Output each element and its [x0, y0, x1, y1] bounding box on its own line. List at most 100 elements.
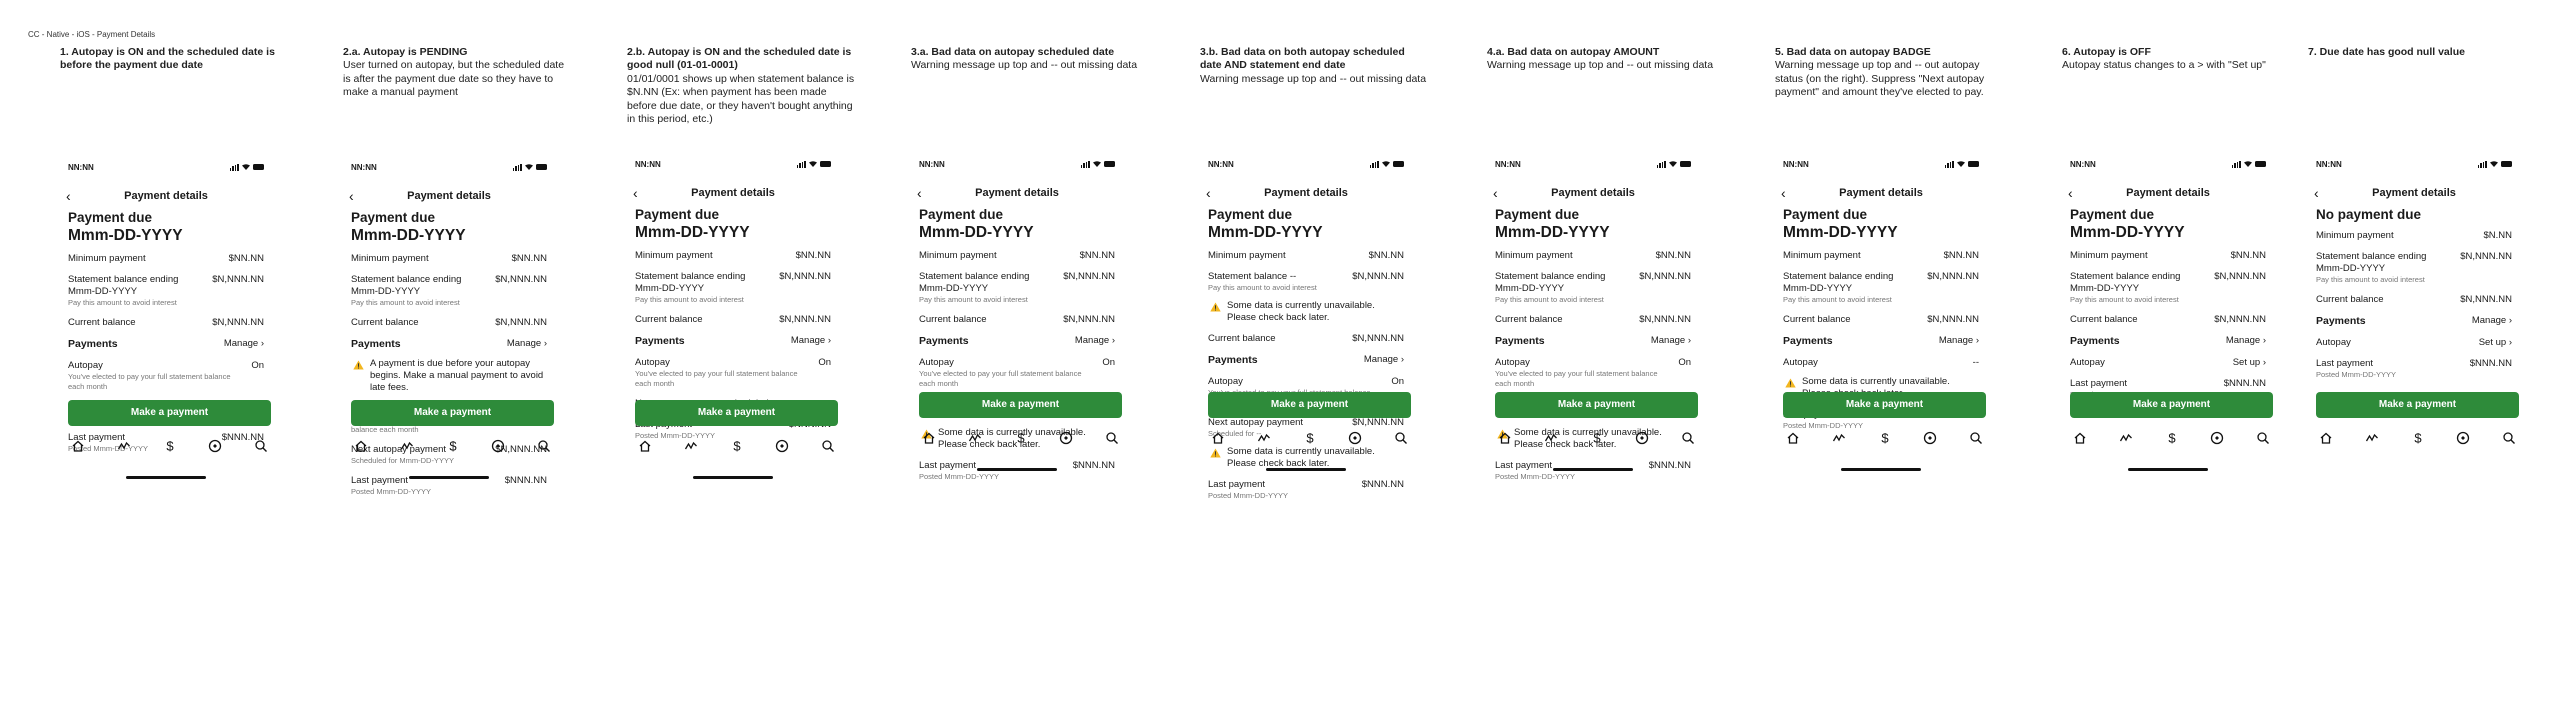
activity-icon[interactable] [399, 438, 415, 454]
home-icon[interactable] [2072, 430, 2088, 446]
row-label: Minimum payment [919, 250, 997, 261]
rewards-icon[interactable] [774, 438, 790, 454]
activity-icon[interactable] [967, 430, 983, 446]
detail-row: Minimum payment $NN.NN [635, 250, 831, 262]
search-icon[interactable] [536, 438, 552, 454]
search-icon[interactable] [820, 438, 836, 454]
chevron-left-icon[interactable]: ‹ [917, 186, 922, 200]
activity-icon[interactable] [116, 438, 132, 454]
dollar-icon[interactable]: $ [1877, 430, 1893, 446]
scenario-description: 3.a. Bad data on autopay scheduled date W… [911, 46, 1139, 73]
dollar-icon[interactable]: $ [2164, 430, 2180, 446]
chevron-left-icon[interactable]: ‹ [1781, 186, 1786, 200]
activity-icon[interactable] [1256, 430, 1272, 446]
chevron-right-icon: › [2260, 335, 2266, 346]
make-payment-button[interactable]: Make a payment [1783, 392, 1986, 418]
make-payment-button[interactable]: Make a payment [1495, 392, 1698, 418]
search-icon[interactable] [2501, 430, 2517, 446]
rewards-icon[interactable] [1058, 430, 1074, 446]
home-icon[interactable] [2318, 430, 2334, 446]
row-value-text: $N,NNN.NN [1927, 271, 1979, 282]
make-payment-button[interactable]: Make a payment [2316, 392, 2519, 418]
screen-title: Payment details [1264, 187, 1348, 199]
chevron-right-icon: › [1685, 335, 1691, 346]
search-icon[interactable] [253, 438, 269, 454]
row-value: $NNN.NN [1356, 479, 1404, 491]
row-label-group: AutopayYou've elected to pay your full s… [68, 360, 245, 392]
activity-icon[interactable] [1831, 430, 1847, 446]
search-icon[interactable] [1104, 430, 1120, 446]
search-icon[interactable] [2255, 430, 2271, 446]
row-value-text: $N,NNN.NN [2214, 271, 2266, 282]
rewards-icon[interactable] [207, 438, 223, 454]
activity-icon[interactable] [683, 438, 699, 454]
manage-link[interactable]: Manage › [1651, 335, 1691, 347]
dollar-icon[interactable]: $ [1302, 430, 1318, 446]
make-payment-button[interactable]: Make a payment [1208, 392, 1411, 418]
home-icon[interactable] [637, 438, 653, 454]
chevron-left-icon[interactable]: ‹ [2314, 186, 2319, 200]
row-label-group: Last paymentPosted Mmm-DD-YYYY [2316, 358, 2396, 380]
home-icon[interactable] [1497, 430, 1513, 446]
dollar-icon[interactable]: $ [445, 438, 461, 454]
screen-title: Payment details [691, 187, 775, 199]
rewards-icon[interactable] [2209, 430, 2225, 446]
home-icon[interactable] [1210, 430, 1226, 446]
manage-link[interactable]: Manage › [224, 338, 264, 350]
chevron-right-icon: › [1109, 335, 1115, 346]
autopay-setup-row[interactable]: Autopay Set up › [2070, 357, 2266, 369]
manage-link[interactable]: Manage › [2472, 315, 2512, 327]
make-payment-button[interactable]: Make a payment [635, 400, 838, 426]
row-value-text: $N,NNN.NN [1352, 271, 1404, 282]
home-icon[interactable] [70, 438, 86, 454]
search-icon[interactable] [1968, 430, 1984, 446]
rewards-icon[interactable] [1634, 430, 1650, 446]
manage-link[interactable]: Manage › [1075, 335, 1115, 347]
chevron-left-icon[interactable]: ‹ [1206, 186, 1211, 200]
activity-icon[interactable] [1543, 430, 1559, 446]
signal-icon [512, 163, 522, 171]
activity-icon[interactable] [2364, 430, 2380, 446]
rewards-icon[interactable] [2455, 430, 2471, 446]
row-label-group: Minimum payment [68, 253, 146, 265]
dollar-icon[interactable]: $ [2410, 430, 2426, 446]
manage-link[interactable]: Manage › [791, 335, 831, 347]
payment-due-date: Mmm-DD-YYYY [351, 227, 466, 244]
chevron-left-icon[interactable]: ‹ [1493, 186, 1498, 200]
make-payment-button[interactable]: Make a payment [919, 392, 1122, 418]
autopay-setup-row[interactable]: Autopay Set up › [2316, 337, 2512, 349]
manage-link[interactable]: Manage › [1939, 335, 1979, 347]
chevron-left-icon[interactable]: ‹ [2068, 186, 2073, 200]
dollar-icon[interactable]: $ [1013, 430, 1029, 446]
chevron-left-icon[interactable]: ‹ [349, 189, 354, 203]
phone-screen: NN:NN ‹ Payment details Payment due Mmm-DD-Y… [2062, 157, 2274, 711]
home-icon[interactable] [353, 438, 369, 454]
manage-link[interactable]: Manage › [507, 338, 547, 350]
row-value-text: $NN.NN [1943, 250, 1979, 261]
payment-due-label: Payment due [1495, 207, 1580, 222]
search-icon[interactable] [1393, 430, 1409, 446]
home-icon[interactable] [1785, 430, 1801, 446]
home-icon[interactable] [921, 430, 937, 446]
make-payment-button[interactable]: Make a payment [351, 400, 554, 426]
dollar-icon[interactable]: $ [729, 438, 745, 454]
make-payment-button[interactable]: Make a payment [68, 400, 271, 426]
rewards-icon[interactable] [1347, 430, 1363, 446]
rewards-icon[interactable] [1922, 430, 1938, 446]
search-icon[interactable] [1680, 430, 1696, 446]
manage-link[interactable]: Manage › [2226, 335, 2266, 347]
dollar-icon[interactable]: $ [1589, 430, 1605, 446]
detail-row: Current balance $N,NNN.NN [1783, 314, 1979, 326]
row-label: Current balance [351, 317, 419, 328]
payment-details-content: Payment due Mmm-DD-YYYY Minimum payment $NN… [2062, 206, 2274, 400]
row-value: $N,NNN.NN [773, 314, 831, 326]
manage-link[interactable]: Manage › [1364, 354, 1404, 366]
activity-icon[interactable] [2118, 430, 2134, 446]
chevron-left-icon[interactable]: ‹ [66, 189, 71, 203]
chevron-left-icon[interactable]: ‹ [633, 186, 638, 200]
make-payment-button[interactable]: Make a payment [2070, 392, 2273, 418]
row-value-text: $NN.NN [795, 250, 831, 261]
dollar-icon[interactable]: $ [162, 438, 178, 454]
rewards-icon[interactable] [490, 438, 506, 454]
row-value: On [1672, 357, 1691, 369]
